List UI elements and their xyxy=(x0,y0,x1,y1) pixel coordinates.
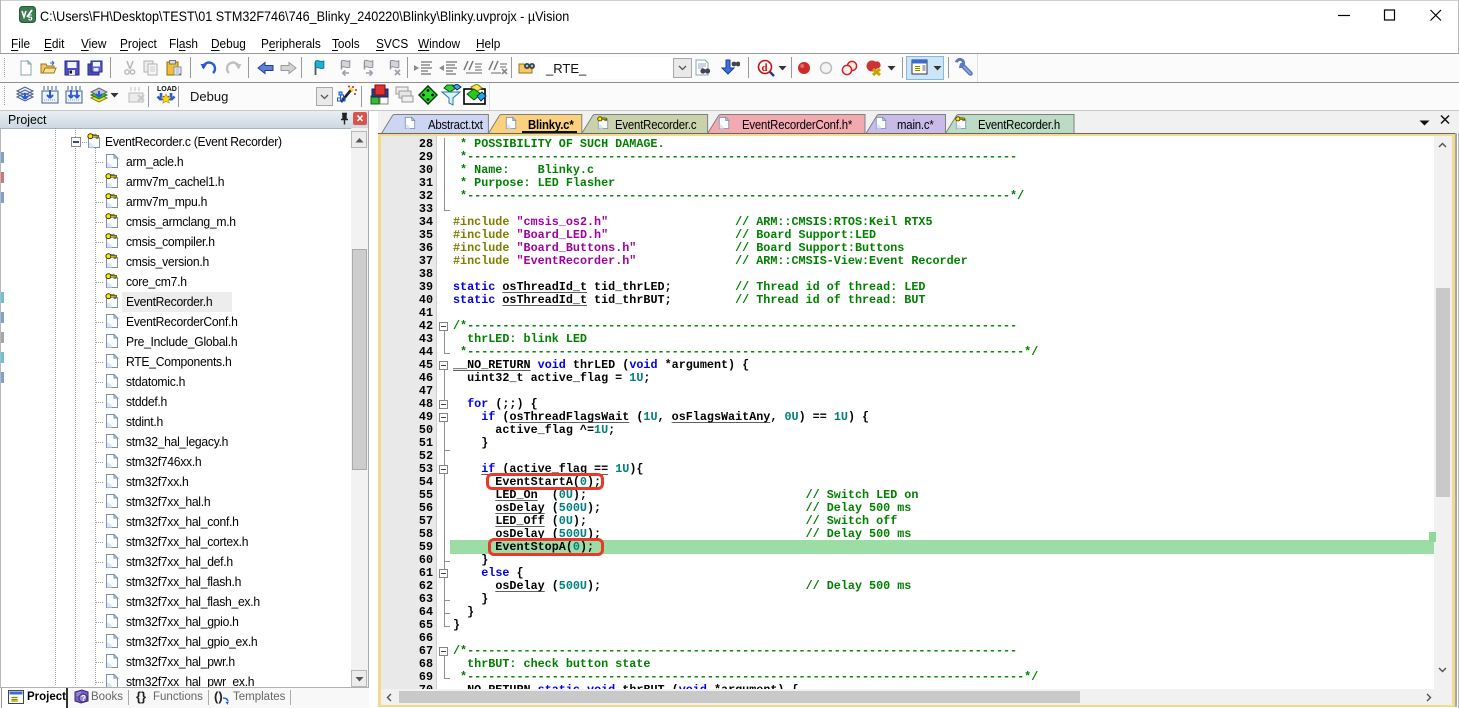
svg-text:5: 5 xyxy=(28,14,33,23)
svg-text:LOAD: LOAD xyxy=(157,86,177,93)
svg-text:?: ? xyxy=(81,694,86,703)
svg-text:d: d xyxy=(762,62,768,74)
